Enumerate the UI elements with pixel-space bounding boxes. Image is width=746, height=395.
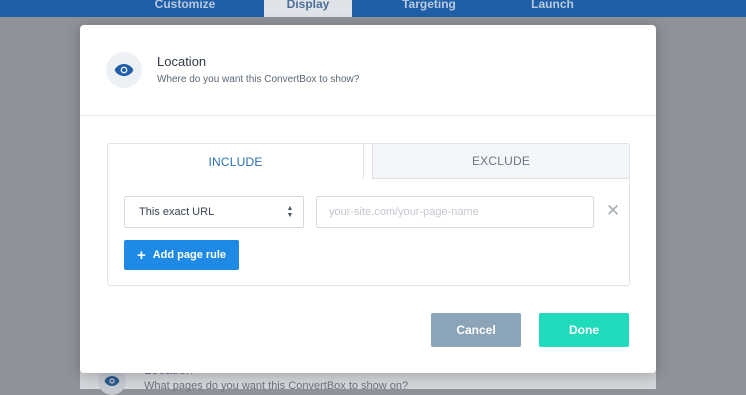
rules-panel: INCLUDE EXCLUDE This exact URL ▲▼ ✕ + Ad… (107, 143, 630, 286)
include-exclude-tabs: INCLUDE EXCLUDE (107, 143, 630, 179)
match-type-value: This exact URL (139, 206, 215, 218)
modal-title: Location (157, 54, 207, 69)
close-icon[interactable]: ✕ (605, 201, 621, 221)
eye-icon (106, 52, 142, 88)
add-page-rule-label: Add page rule (152, 249, 227, 261)
add-page-rule-button[interactable]: + Add page rule (124, 240, 239, 270)
plus-icon: + (136, 246, 146, 264)
nav-tab-customize[interactable]: Customize (130, 0, 240, 17)
modal-subtitle: Where do you want this ConvertBox to sho… (157, 74, 360, 85)
tab-include[interactable]: INCLUDE (107, 143, 364, 179)
match-type-select[interactable]: This exact URL ▲ ▼ (124, 196, 304, 228)
tab-exclude[interactable]: EXCLUDE (372, 143, 630, 179)
modal-header: Location Where do you want this ConvertB… (80, 25, 656, 116)
sort-arrows-icon: ▲ ▼ (286, 205, 294, 219)
location-modal: Location Where do you want this ConvertB… (80, 25, 656, 373)
top-navigation: Customize Display Targeting Launch (0, 0, 746, 17)
page-url-input[interactable] (316, 196, 594, 228)
done-button[interactable]: Done (539, 313, 629, 347)
nav-tab-display[interactable]: Display (264, 0, 352, 17)
nav-tab-targeting[interactable]: Targeting (375, 0, 483, 17)
background-row-subtitle: What pages do you want this ConvertBox t… (144, 380, 409, 392)
nav-tab-launch[interactable]: Launch (500, 0, 605, 17)
cancel-button[interactable]: Cancel (431, 313, 521, 347)
